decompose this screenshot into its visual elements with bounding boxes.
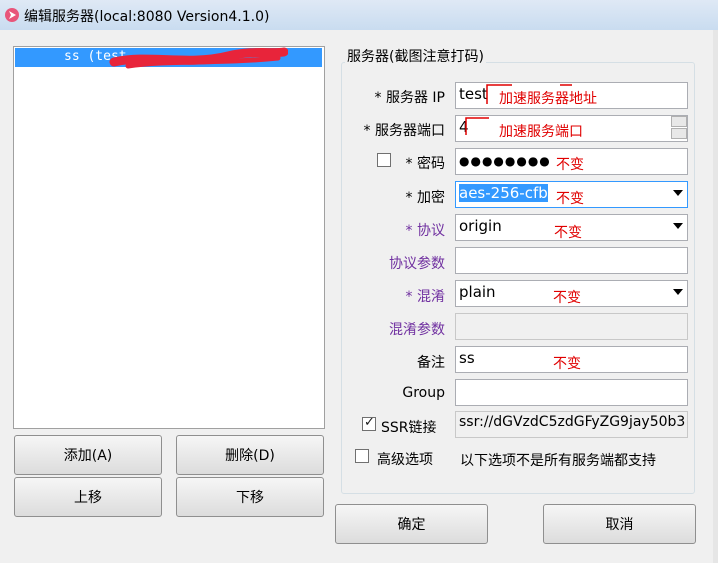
redaction-scribble <box>109 47 288 69</box>
move-down-button[interactable]: 下移 <box>176 477 324 517</box>
advanced-options-hint: 以下选项不是所有服务端都支持 <box>460 453 656 469</box>
obfs-label: * 混淆 <box>405 289 445 305</box>
cancel-button[interactable]: 取消 <box>543 504 696 544</box>
ssr-link-value: ssr://dGVzdC5zdGFyZG9jay50b3 <box>459 414 686 430</box>
remarks-label: 备注 <box>417 355 445 371</box>
obfs-param-input <box>455 313 688 340</box>
port-spinner[interactable] <box>671 116 687 140</box>
protocol-param-input[interactable] <box>455 247 688 274</box>
group-input[interactable] <box>455 379 688 406</box>
spin-down-arrow-icon[interactable] <box>671 128 687 139</box>
remarks-note: 不变 <box>553 356 581 372</box>
ssr-link-input[interactable]: ssr://dGVzdC5zdGFyZG9jay50b3 <box>455 411 688 438</box>
protocol-note: 不变 <box>554 225 582 241</box>
protocol-label: * 协议 <box>405 223 445 239</box>
annotation-bracket-port <box>465 117 489 135</box>
protocol-value: origin <box>459 217 502 235</box>
show-password-checkbox[interactable] <box>377 153 391 167</box>
move-up-button[interactable]: 上移 <box>14 477 162 517</box>
server-group-title: 服务器(截图注意打码) <box>345 46 486 66</box>
spin-up-arrow-icon[interactable] <box>671 116 687 127</box>
app-icon <box>5 8 19 22</box>
server-ip-label: * 服务器 IP <box>374 90 445 106</box>
ssr-link-label: SSR链接 <box>381 420 437 436</box>
server-list[interactable] <box>13 46 325 429</box>
password-note: 不变 <box>556 157 584 173</box>
advanced-options-checkbox[interactable] <box>355 449 369 463</box>
group-label: Group <box>402 385 445 401</box>
obfs-value: plain <box>459 283 496 301</box>
delete-button[interactable]: 删除(D) <box>176 435 324 475</box>
add-button[interactable]: 添加(A) <box>14 435 162 475</box>
remarks-value: ss <box>459 349 475 367</box>
ok-button[interactable]: 确定 <box>335 504 488 544</box>
window-title: 编辑服务器(local:8080 Version4.1.0) <box>24 9 270 25</box>
encrypt-note: 不变 <box>556 191 584 207</box>
server-port-note: 加速服务端口 <box>499 124 583 140</box>
obfs-note: 不变 <box>553 290 581 306</box>
password-label: * 密码 <box>405 156 445 172</box>
encrypt-value: aes-256-cfb <box>459 184 548 202</box>
annotation-bracket <box>486 84 572 104</box>
ssr-link-checkbox[interactable] <box>362 415 376 431</box>
window-edge <box>713 30 718 563</box>
chevron-down-icon <box>673 190 683 196</box>
chevron-down-icon <box>673 289 683 295</box>
protocol-param-label: 协议参数 <box>389 256 445 272</box>
encrypt-label: * 加密 <box>405 190 445 206</box>
password-value: ●●●●●●●● <box>459 154 551 168</box>
server-port-label: * 服务器端口 <box>363 123 445 139</box>
obfs-param-label: 混淆参数 <box>389 322 445 338</box>
advanced-options-label: 高级选项 <box>377 452 433 468</box>
chevron-down-icon <box>673 223 683 229</box>
